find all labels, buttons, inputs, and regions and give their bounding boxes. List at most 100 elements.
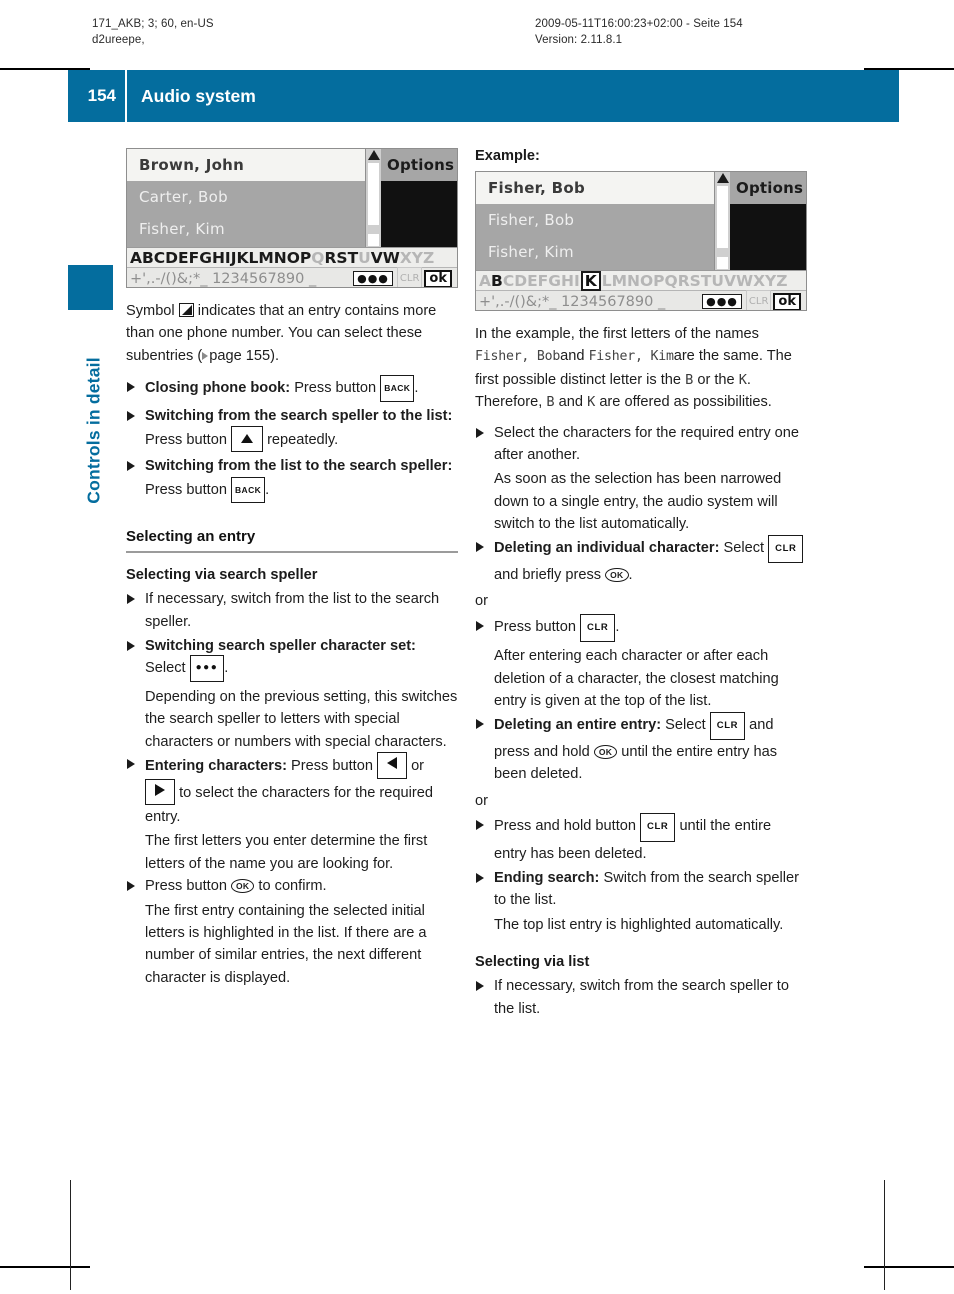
instruction-text: Press button xyxy=(494,618,576,635)
instruction-label: Deleting an individual character: xyxy=(494,539,720,556)
example-label: Example: xyxy=(475,148,540,164)
left-arrow-button-icon xyxy=(377,752,407,779)
clr-button-icon: CLR xyxy=(640,813,676,842)
instruction-label: Entering characters: xyxy=(145,758,287,775)
scrollbar-stub xyxy=(368,234,379,246)
scroll-up-arrow-icon xyxy=(717,173,729,183)
example-text-e: . xyxy=(746,371,751,388)
lcd-entry-list-1: Brown, John Carter, Bob Fisher, Kim xyxy=(127,149,365,247)
left-column: Brown, John Carter, Bob Fisher, Kim Opti… xyxy=(126,148,458,989)
instruction-continuation: After entering each character or after e… xyxy=(494,648,779,710)
crop-mark-right-vertical xyxy=(884,1180,885,1290)
lcd-symbol-row-1: +',.-/()&;*_ 1234567890 _ ●●● CLR ok xyxy=(127,266,457,287)
example-text-d: or the xyxy=(697,371,735,388)
instruction-text-after: . xyxy=(615,618,620,635)
example-text-b: and xyxy=(560,348,585,365)
bullet-triangle-icon xyxy=(476,620,484,631)
instruction-closing-phone-book: Closing phone book: Press button BACK. xyxy=(126,375,458,402)
list-item: Fisher, Bob xyxy=(476,172,714,204)
instruction-text-mid: or xyxy=(411,758,425,775)
symbol-para-ref: page 155 xyxy=(209,347,271,364)
instruction-text-after: . xyxy=(628,567,633,584)
instruction-continuation: The first entry containing the selected … xyxy=(145,902,427,986)
instruction-text: If necessary, switch from the search spe… xyxy=(494,978,789,1017)
instruction-text: Press button xyxy=(145,481,227,498)
instruction-text-mid: and briefly press xyxy=(494,567,602,584)
lcd-entry-list-2: Fisher, Bob Fisher, Bob Fisher, Kim xyxy=(476,172,714,270)
alpha-k-selected: K xyxy=(580,270,601,291)
therefore-text-a: Therefore, xyxy=(475,394,543,411)
bullet-triangle-icon xyxy=(127,382,135,393)
scrollbar-thumb xyxy=(717,186,728,248)
instruction-speller-to-list: Switching from the search speller to the… xyxy=(126,405,458,454)
clr-key-icon: CLR xyxy=(745,289,772,310)
ok-button-icon: OK xyxy=(605,568,629,583)
instruction-text: Press button xyxy=(291,758,373,775)
instruction-entering-characters: Entering characters: Press button or to … xyxy=(126,752,458,828)
alpha-q-dim: Q xyxy=(311,248,325,267)
alpha-xyz-dim: XYZ xyxy=(399,248,435,267)
ok-key-icon: ok xyxy=(424,269,452,287)
ok-button-icon: OK xyxy=(593,744,618,759)
instruction-label: Deleting an entire entry: xyxy=(494,716,662,733)
scrollbar-stub xyxy=(717,257,728,269)
instruction-text: Select xyxy=(723,539,765,556)
clr-button-icon: CLR xyxy=(768,534,804,564)
right-arrow-button-icon xyxy=(145,778,175,805)
list-item: Fisher, Kim xyxy=(488,243,574,261)
cross-reference-arrow-icon xyxy=(202,351,209,360)
alpha-b-active: B xyxy=(491,271,503,290)
instruction-switch-character-set: Switching search speller character set: … xyxy=(126,635,458,684)
crop-mark-bottom-left xyxy=(0,1266,90,1268)
title-divider xyxy=(125,70,127,122)
bullet-triangle-icon xyxy=(476,872,484,883)
figure-phonebook-list: Brown, John Carter, Bob Fisher, Kim Opti… xyxy=(126,148,458,288)
symbol-paragraph: Symbol indicates that an entry contains … xyxy=(126,300,458,367)
instruction-press-clr: Press button CLR. xyxy=(475,613,807,643)
symbol-characters: +',.-/()&;*_ 1234567890 _ xyxy=(130,270,317,287)
alpha-group-active: ABCDEFGHIJKLMNOP xyxy=(130,248,312,267)
subheading-selecting-via-list: Selecting via list xyxy=(475,954,590,971)
symbol-para-part1: Symbol xyxy=(126,303,175,319)
instruction-text-after: repeatedly. xyxy=(267,432,339,449)
subentry-symbol-icon xyxy=(178,303,194,317)
example-text-a: In the example, the first letters of the… xyxy=(475,326,759,342)
back-button-icon: BACK xyxy=(231,476,266,504)
clr-button-icon: CLR xyxy=(580,613,616,643)
example-letter-b: B xyxy=(685,371,694,388)
lcd-options-panel-2: Options xyxy=(730,172,806,270)
instruction-text: Select xyxy=(145,660,186,677)
instruction-text: Press button xyxy=(294,380,377,397)
instruction-text-after: . xyxy=(224,660,229,677)
symbol-para-part3: ). xyxy=(270,347,280,364)
instruction-text: Press button xyxy=(145,878,227,895)
alternative-connector-2: or xyxy=(475,792,488,809)
instruction-label: Switching from the search speller to the… xyxy=(145,407,453,424)
lcd-options-panel-1: Options xyxy=(381,149,457,247)
lcd-alphabet-row-1: ABCDEFGHIJKLMNOP Q RST U VW XYZ xyxy=(127,247,457,267)
lcd-symbol-row-2: +',.-/()&;*_ 1234567890 _ ●●● CLR ok xyxy=(476,289,806,310)
alpha-rest-dim: LMNOPQRSTUVWXYZ xyxy=(601,271,788,290)
bullet-triangle-icon xyxy=(127,881,135,892)
crop-mark-left-vertical xyxy=(70,1180,71,1290)
bullet-triangle-icon xyxy=(476,427,484,438)
doc-id-line: 171_AKB; 3; 60, en-US xyxy=(92,18,214,30)
version-line: Version: 2.11.8.1 xyxy=(535,34,623,46)
clr-key-icon: CLR xyxy=(396,266,423,287)
instruction-text: Select xyxy=(665,716,706,733)
section-heading-selecting-an-entry: Selecting an entry xyxy=(126,528,458,554)
alternative-connector-1: or xyxy=(475,593,488,610)
therefore-text-b: and xyxy=(558,394,583,411)
lcd-top-area-2: Fisher, Bob Fisher, Bob Fisher, Kim Opti… xyxy=(476,172,806,270)
instruction-delete-individual-character: Deleting an individual character: Select… xyxy=(475,534,807,587)
right-column: Example: Fisher, Bob Fisher, Bob Fisher,… xyxy=(475,148,807,1022)
instruction-switch-to-speller: If necessary, switch from the list to th… xyxy=(126,588,458,633)
running-header-right: 2009-05-11T16:00:23+02:00 - Seite 154 Ve… xyxy=(535,16,743,48)
alpha-cdefghi-dim: CDEFGHI xyxy=(502,271,580,290)
chapter-tab-label: Controls in detail xyxy=(83,357,104,504)
possibility-letter-k: K xyxy=(587,394,596,411)
instruction-switch-to-list: If necessary, switch from the search spe… xyxy=(475,975,807,1020)
example-name-2: Fisher, Kim xyxy=(588,349,674,365)
timestamp-line: 2009-05-11T16:00:23+02:00 - Seite 154 xyxy=(535,18,743,30)
instruction-press-ok: Press button OK to confirm. xyxy=(126,875,458,897)
